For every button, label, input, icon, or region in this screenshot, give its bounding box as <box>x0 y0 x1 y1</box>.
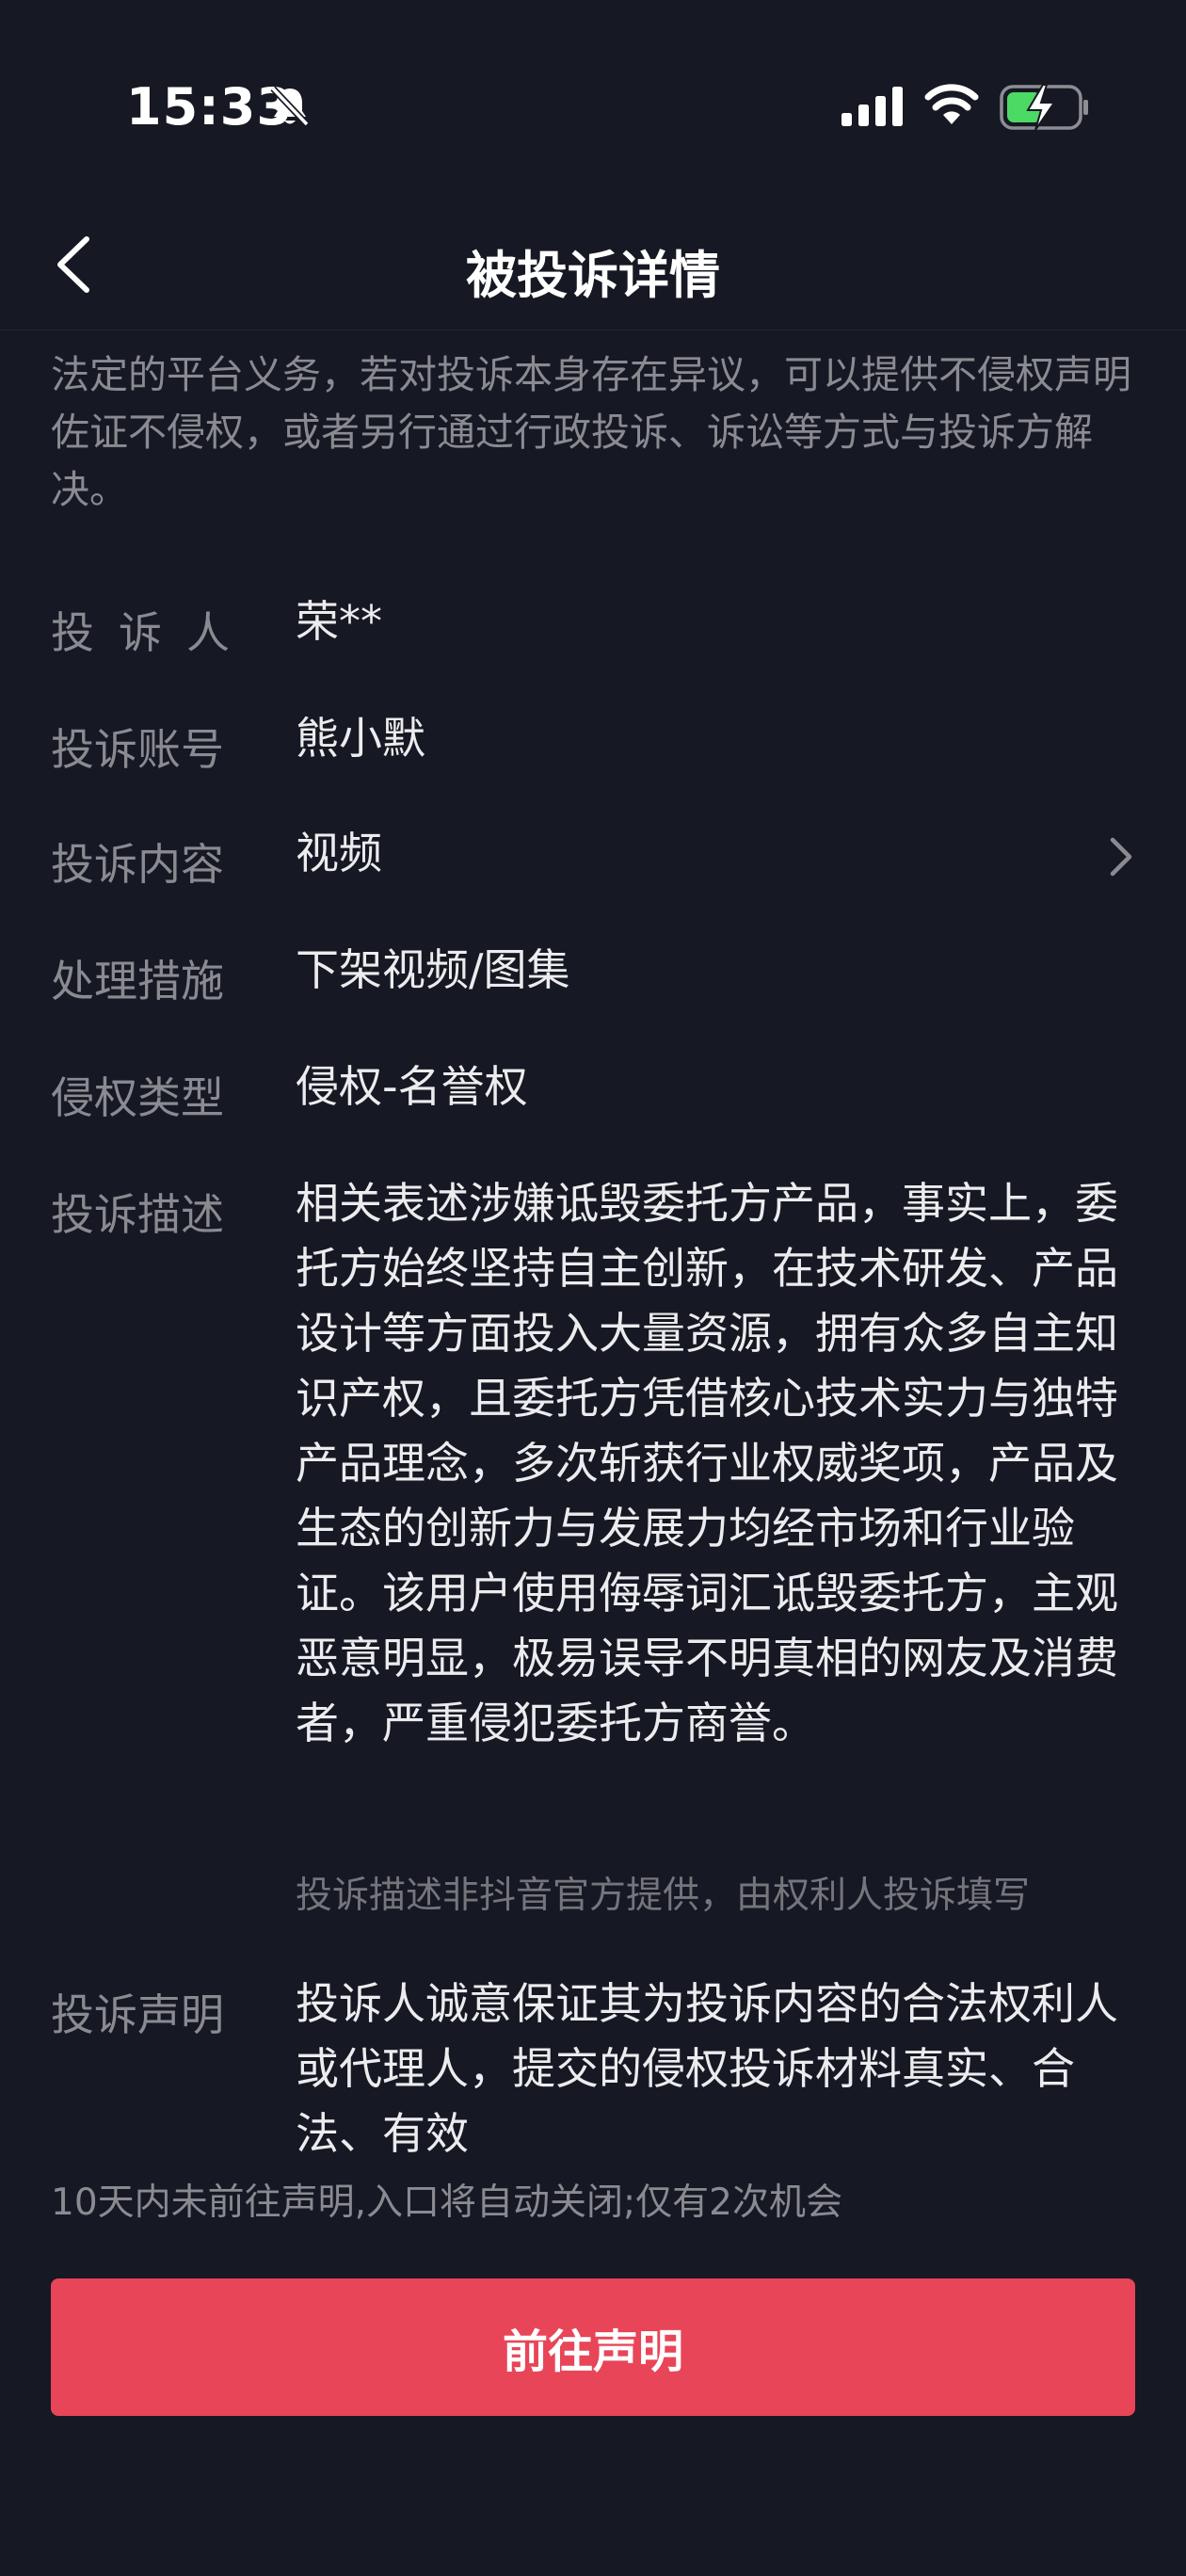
cellular-signal-icon <box>841 87 903 126</box>
detail-value: 侵权-名誉权 <box>296 1061 528 1112</box>
detail-label: 投诉人 <box>51 607 254 658</box>
detail-value: 投诉人诚意保证其为投诉内容的合法权利人或代理人，提交的侵权投诉材料真实、合法、有… <box>296 1978 1118 2159</box>
detail-label: 投诉账号 <box>51 724 224 775</box>
status-time: 15:33 <box>126 77 293 137</box>
detail-value: 荣** <box>296 596 382 647</box>
deadline-note: 10天内未前往声明,入口将自动关闭;仅有2次机会 <box>51 2182 842 2224</box>
description-source-note: 投诉描述非抖音官方提供，由权利人投诉填写 <box>296 1875 1031 1917</box>
nav-bar: 被投诉详情 <box>0 198 1186 330</box>
chevron-right-icon[interactable] <box>1101 830 1139 883</box>
detail-label: 投诉内容 <box>51 839 224 890</box>
battery-charging-icon <box>1000 84 1088 131</box>
detail-value: 相关表述涉嫌诋毁委托方产品，事实上，委托方始终坚持自主创新，在技术研发、产品设计… <box>296 1178 1118 1748</box>
detail-label: 投诉描述 <box>51 1189 224 1240</box>
intro-text: 法定的平台义务，若对投诉本身存在异议，可以提供不侵权声明佐证不侵权，或者另行通过… <box>51 352 1131 512</box>
detail-row-content[interactable]: 投诉内容 视频 <box>51 828 1133 896</box>
status-bar: 15:33 <box>0 0 1186 188</box>
detail-label: 处理措施 <box>51 956 224 1006</box>
go-declare-button[interactable]: 前往声明 <box>51 2278 1135 2416</box>
page-title: 被投诉详情 <box>466 246 720 305</box>
wifi-icon <box>924 84 979 124</box>
detail-value: 下架视频/图集 <box>296 944 570 995</box>
detail-label: 侵权类型 <box>51 1072 224 1123</box>
detail-value: 熊小默 <box>296 713 425 764</box>
detail-value: 视频 <box>296 828 382 878</box>
detail-label: 投诉声明 <box>51 1989 224 2040</box>
bell-muted-icon <box>270 86 310 127</box>
